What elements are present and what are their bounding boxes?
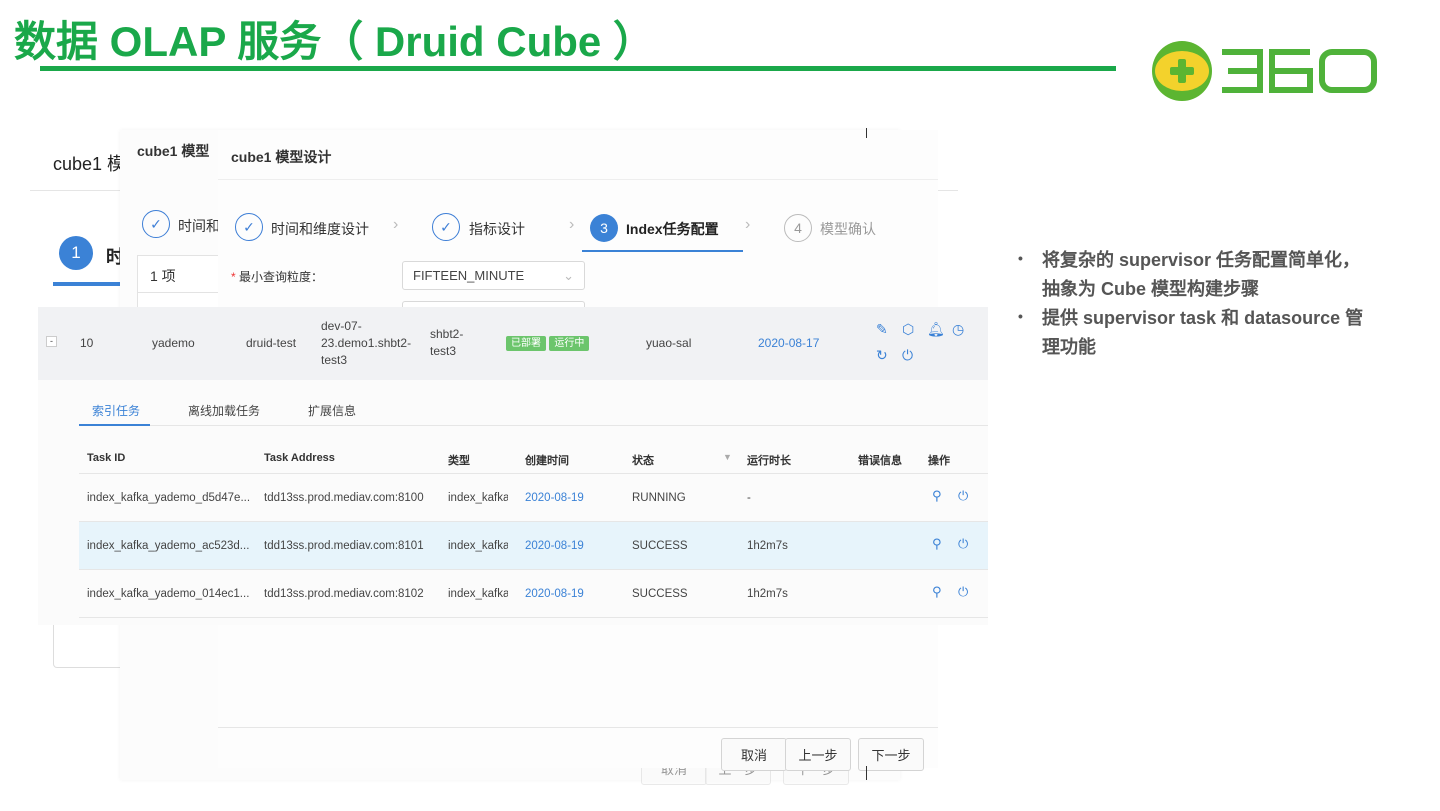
granularity-label: * 最小查询粒度： [231,270,324,284]
table-row[interactable]: index_kafka_yademo_ac523d... tdd13ss.prod… [79,522,988,570]
task-id: index_kafka_yademo_ac523d... [87,540,250,552]
power-icon[interactable]: ⏻ [958,488,968,504]
step-done-icon: ✓ [432,213,460,241]
modal-title: cube1 模型设计 [231,149,332,165]
cube-host: dev-07-23.demo1.shbt2-test3 [321,319,412,367]
chevron-right-icon: › [569,216,575,233]
step-time-dimension[interactable]: 时间和维度设计 [271,219,369,239]
power-icon[interactable]: ⏻ [958,584,968,600]
cube-name: yademo [152,336,195,350]
detail-tabs: 索引任务 离线加载任务 扩展信息 [38,392,988,427]
next-step-button[interactable]: 下一步 [858,738,924,771]
mid-title: cube1 模型 [137,143,210,159]
back-title: cube1 模 [53,154,126,174]
search-icon[interactable]: ⚲ [932,488,942,504]
collapse-button[interactable]: - [46,336,57,347]
mid-step-1-label[interactable]: 时间和 [178,216,220,236]
task-duration: 1h2m7s [747,540,788,552]
step-3-number: 3 [590,214,618,242]
clock-icon[interactable]: ◷ [952,321,964,338]
step-4-number: 4 [784,214,812,242]
step-metrics[interactable]: 指标设计 [469,219,525,239]
table-row[interactable]: index_kafka_yademo_014ec1... tdd13ss.prod… [79,570,988,618]
chevron-right-icon: › [745,216,751,233]
cube-row[interactable]: - 10 yademo druid-test dev-07-23.demo1.s… [38,307,988,380]
cube-list-overlay: - 10 yademo druid-test dev-07-23.demo1.s… [38,307,988,625]
step-done-icon: ✓ [235,213,263,241]
task-type: index_kafka [448,588,508,600]
cube-icon[interactable]: ⬡ [902,321,914,338]
filter-icon[interactable]: ▼ [723,452,732,462]
step-1-number: 1 [59,236,93,270]
bullet-item: 提供 supervisor task 和 datasource 管理功能 [1018,302,1378,362]
edit-icon[interactable]: ✎ [876,321,888,338]
granularity-select[interactable]: FIFTEEN_MINUTE ⌄ [402,261,585,290]
item-count: 1 项 [150,268,176,284]
tab-extended-info[interactable]: 扩展信息 [308,402,356,419]
cube-id: 10 [80,336,94,350]
table-row[interactable]: index_kafka_yademo_d5d47e... tdd13ss.prod… [79,474,988,522]
task-duration: - [747,492,751,504]
prev-step-button[interactable]: 上一步 [785,738,851,771]
task-duration: 1h2m7s [747,588,788,600]
task-status: RUNNING [632,492,686,504]
cube-owner: yuao-sal [646,336,692,350]
task-address: tdd13ss.prod.mediav.com:8102 [264,588,424,600]
step-confirm[interactable]: 模型确认 [820,219,876,239]
search-icon[interactable]: ⚲ [932,536,942,552]
task-id: index_kafka_yademo_d5d47e... [87,492,251,504]
task-created[interactable]: 2020-08-19 [525,538,584,555]
task-status: SUCCESS [632,540,688,552]
power-icon[interactable]: ⏻ [902,347,913,364]
slide-bullets: 将复杂的 supervisor 任务配置简单化，抽象为 Cube 模型构建步骤 … [1018,244,1378,362]
task-address: tdd13ss.prod.mediav.com:8101 [264,540,424,552]
cube-group: shbt2-test3 [430,327,464,358]
search-icon[interactable]: ⚲ [932,584,942,600]
task-created[interactable]: 2020-08-19 [525,490,584,507]
running-badge: 运行中 [549,336,590,351]
task-id: index_kafka_yademo_014ec1... [87,588,250,600]
logo-360 [1152,41,1377,101]
chevron-right-icon: › [393,216,399,233]
bullet-item: 将复杂的 supervisor 任务配置简单化，抽象为 Cube 模型构建步骤 [1018,244,1378,304]
task-table-header: Task ID Task Address 类型 创建时间 状态 ▼ 运行时长 错… [38,427,988,474]
task-status: SUCCESS [632,588,688,600]
task-type: index_kafka [448,540,508,552]
refresh-icon[interactable]: ↻ [876,347,888,364]
power-icon[interactable]: ⏻ [958,536,968,552]
title-underline [40,66,1116,71]
check-icon: ✓ [142,210,170,238]
task-created[interactable]: 2020-08-19 [525,586,584,603]
cube-date[interactable]: 2020-08-17 [758,335,819,352]
tab-offline-tasks[interactable]: 离线加载任务 [188,402,260,419]
task-type: index_kafka [448,492,508,504]
step-index-task[interactable]: Index任务配置 [626,219,719,239]
cancel-button[interactable]: 取消 [721,738,787,771]
task-address: tdd13ss.prod.mediav.com:8100 [264,492,424,504]
cube-cluster: druid-test [246,336,297,350]
bell-icon[interactable]: 🔔︎ [927,321,945,338]
tab-index-tasks[interactable]: 索引任务 [92,402,140,419]
chevron-down-icon: ⌄ [563,268,574,283]
deployed-badge: 已部署 [506,336,546,351]
slide-title: 数据 OLAP 服务（ Druid Cube ） [14,18,655,65]
